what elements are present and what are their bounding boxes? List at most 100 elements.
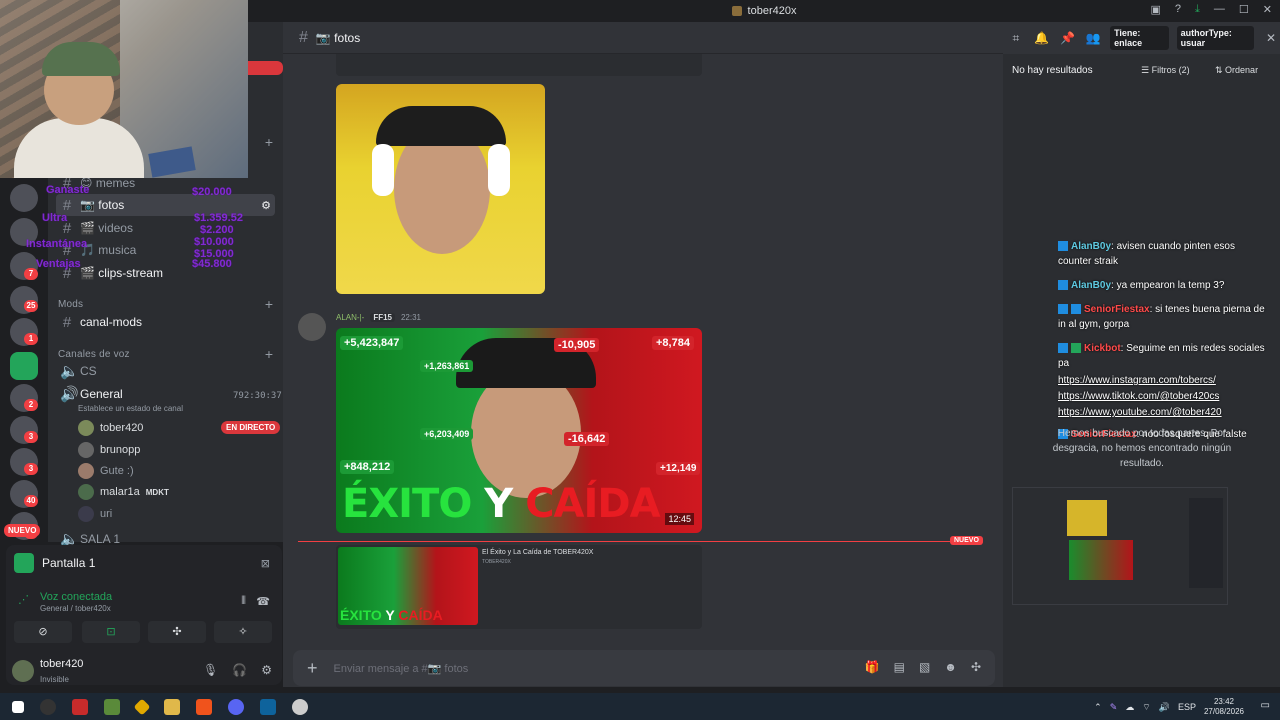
voice-user[interactable]: malar1a MDKT [78,484,169,500]
link-embed[interactable]: ÉXITO Y CAÍDA El Éxito y La Caída de TOB… [336,545,702,629]
close-stream-icon[interactable]: ⊠ [261,557,270,570]
embed-title[interactable]: El Éxito y La Caída de TOBER420X [482,549,593,556]
server-icon[interactable] [10,184,38,212]
gear-icon[interactable]: ⚙ [261,663,272,677]
mic-icon[interactable]: 🎙 [203,663,218,677]
embed-thumbnail[interactable]: ÉXITO Y CAÍDA [338,547,478,625]
channel-canal-mods[interactable]: # canal-mods [56,311,275,333]
voice-user[interactable]: Gute :) [78,463,134,479]
filters-button[interactable]: ☰ Filtros (2) [1137,63,1194,78]
add-channel-icon[interactable]: + [265,296,273,312]
sticker-icon[interactable]: ▧ [919,660,930,674]
voice-connected[interactable]: Voz conectada [40,591,112,603]
folder-icon[interactable] [164,698,180,715]
message-author[interactable]: ALAN-|- [336,313,364,322]
start-icon[interactable] [12,700,24,713]
app-icon [731,6,742,16]
share-screen-button[interactable]: ⊡ [82,621,140,643]
app-icon[interactable] [292,698,308,715]
category-voice[interactable]: Canales de voz [58,349,130,360]
server-icon[interactable] [10,352,38,380]
notification-icon[interactable]: ▭ [1261,700,1270,711]
editor-icon[interactable] [260,698,276,715]
chat-link[interactable]: https://www.tiktok.com/@tober420cs [1058,389,1268,404]
add-channel-icon[interactable]: + [265,134,273,150]
app-icon[interactable] [40,698,56,715]
voice-user[interactable]: uri [78,506,112,522]
members-icon[interactable]: 👥 [1084,31,1102,45]
channel-label: 🎵 musica [80,243,137,257]
gif-icon[interactable]: ▤ [894,660,905,674]
chat-link[interactable]: https://www.youtube.com/@tober420 [1058,405,1268,420]
search-tag[interactable]: authorType: usuar [1176,26,1255,50]
app-icon[interactable] [72,698,88,715]
hash-icon: # [299,28,308,46]
apps-icon[interactable]: ✣ [971,660,981,674]
unread-badge: 7 [24,268,38,280]
minimize-button[interactable]: — [1214,3,1225,16]
screen-share-label: Pantalla 1 [42,556,96,570]
language-indicator[interactable]: ESP [1178,702,1196,712]
chat-link[interactable]: https://www.instagram.com/tobercs/ [1058,373,1268,388]
channel-clips-stream[interactable]: # 🎬 clips-stream [56,262,275,284]
category-mods[interactable]: Mods [58,299,83,310]
app-icon[interactable] [133,698,151,715]
app-icon[interactable] [104,698,120,715]
voice-user[interactable]: tober420 [78,420,143,436]
disconnect-icon[interactable]: ☎ [256,595,270,608]
discord-icon[interactable] [228,698,244,715]
avatar[interactable] [298,313,326,341]
camera-button[interactable]: ⊘ [14,621,72,643]
volume-icon[interactable]: 🔊 [1159,702,1170,713]
wifi-icon[interactable]: ⌔ [1142,702,1150,713]
clear-search-icon[interactable]: ✕ [1262,31,1280,45]
message-composer[interactable]: + Enviar mensaje a #📷 fotos 🎁 ▤ ▧ ☻ ✣ [293,650,995,686]
gift-icon[interactable]: 🎁 [865,660,880,674]
headphones-icon[interactable]: 🎧 [232,663,247,677]
close-button[interactable]: ✕ [1263,3,1272,16]
browser-icon[interactable] [196,698,212,715]
help-icon[interactable]: ? [1175,3,1181,16]
channel-fotos[interactable]: # 📷 fotos ⚙ [56,194,275,216]
stream-preview [1012,487,1228,605]
noise-icon[interactable]: ⦀ [241,595,246,608]
tray-icon[interactable]: ⌃ [1094,702,1102,713]
voice-location[interactable]: General / tober420x [40,604,111,613]
channel-status[interactable]: Establece un estado de canal [78,404,183,413]
tray-icon[interactable]: ✎ [1110,702,1118,713]
stream-chat-line: Kickbot: Seguime en mis redes sociales p… [1058,343,1265,369]
photo-attachment[interactable] [336,84,545,294]
settings-icon[interactable]: ⚙ [261,199,271,212]
voice-user[interactable]: brunopp [78,442,140,458]
badge-icon [1058,280,1068,291]
clock[interactable]: 23:42 27/08/2026 [1204,697,1244,717]
channel-videos[interactable]: # 🎬 videos [56,217,275,239]
pin-icon[interactable]: 📌 [1059,31,1077,45]
chat-user: AlanB0y [1071,241,1112,252]
activities-button[interactable]: ✣ [148,621,206,643]
channel-musica[interactable]: # 🎵 musica [56,239,275,261]
video-thumbnail[interactable]: +5,423,847 +1,263,861 -10,905 +8,784 +6,… [336,328,702,533]
sort-button[interactable]: ⇅ Ordenar [1211,63,1262,78]
emoji-icon[interactable]: ☻ [944,660,957,674]
channel-label: SALA 1 [80,532,121,546]
maximize-button[interactable]: ☐ [1239,3,1249,16]
server-icon[interactable] [10,218,38,246]
embed-subtitle: TOBER420X [482,559,511,565]
channel-label: 😊 memes [80,176,136,190]
avatar[interactable] [12,660,34,682]
threads-icon[interactable]: ⌗ [1007,31,1025,46]
message-input[interactable]: Enviar mensaje a #📷 fotos [334,662,469,675]
new-badge: NUEVO [950,536,983,545]
bell-icon[interactable]: 🔔 [1033,31,1051,45]
search-tag[interactable]: Tiene: enlace [1110,26,1169,50]
inbox-icon[interactable]: ▣ [1151,3,1161,16]
username[interactable]: tober420 [40,658,83,670]
soundboard-button[interactable]: ✧ [214,621,272,643]
attach-icon[interactable]: + [307,658,318,679]
voice-channel-cs[interactable]: 🔈 CS [56,360,275,382]
voice-user-name: uri [100,508,113,520]
tray-icon[interactable]: ☁ [1125,702,1134,713]
download-icon[interactable]: ⤓ [1195,3,1200,16]
chat-user: SeniorFiestax [1084,304,1150,315]
